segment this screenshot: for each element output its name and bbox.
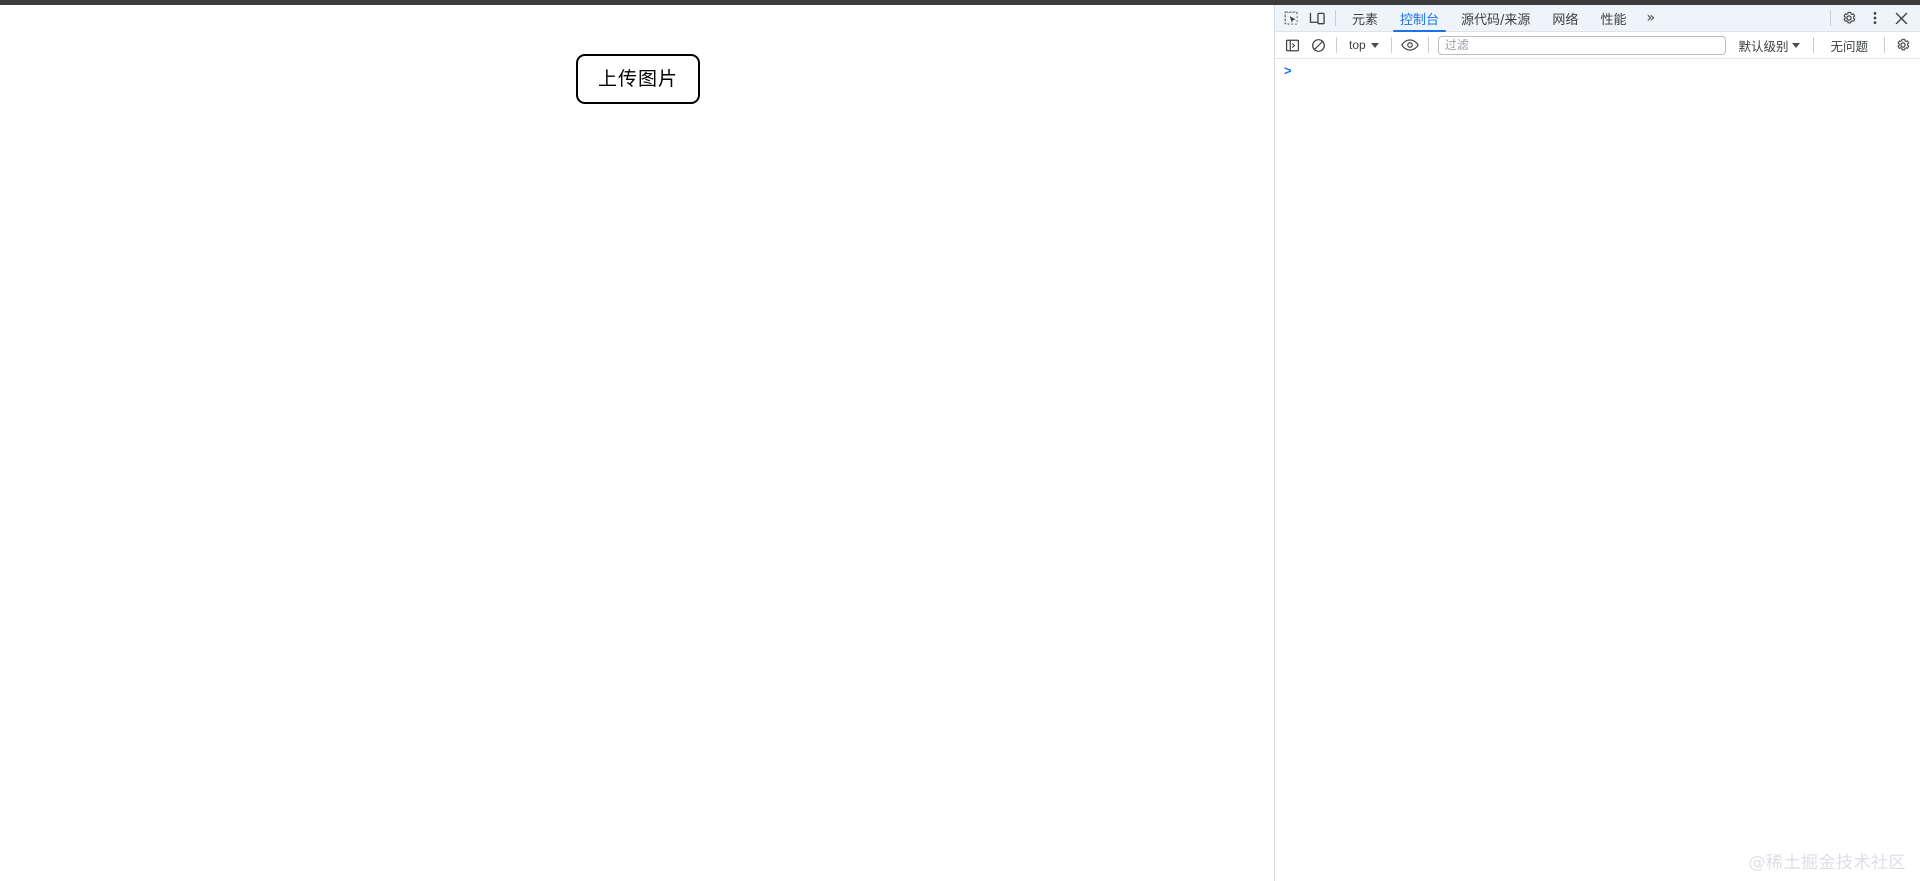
console-filter-input[interactable]	[1437, 35, 1727, 55]
tab-network[interactable]: 网络	[1541, 5, 1589, 32]
chevron-down-icon	[1370, 42, 1379, 48]
device-toolbar-icon[interactable]	[1304, 6, 1330, 30]
devtools-panel: 元素 控制台 源代码/来源 网络 性能 » top 过滤 默认级别 无问题 >	[1275, 5, 1920, 881]
console-toolbar-divider-5	[1884, 37, 1885, 53]
console-toolbar-divider-4	[1813, 37, 1815, 53]
console-toolbar-divider-3	[1427, 37, 1429, 53]
console-toolbar-divider-1	[1336, 37, 1337, 53]
upload-image-button[interactable]: 上传图片	[576, 54, 700, 104]
close-devtools-icon[interactable]	[1888, 6, 1914, 30]
watermark: @稀土掘金技术社区	[1748, 853, 1906, 873]
javascript-context-selector[interactable]: top	[1342, 35, 1386, 55]
console-prompt-chevron-icon: >	[1284, 63, 1292, 78]
tabbar-right-actions	[1825, 6, 1920, 30]
console-sidebar-toggle-icon[interactable]	[1279, 33, 1305, 57]
more-options-icon[interactable]	[1862, 6, 1888, 30]
console-prompt-row[interactable]: >	[1275, 59, 1920, 79]
console-level-selector[interactable]: 默认级别	[1730, 35, 1808, 55]
tabbar-divider	[1335, 10, 1336, 26]
inspect-element-icon[interactable]	[1278, 6, 1304, 30]
settings-gear-icon[interactable]	[1836, 6, 1862, 30]
console-prompt-input[interactable]	[1297, 64, 1920, 78]
live-expression-eye-icon[interactable]	[1397, 33, 1423, 57]
console-toolbar: top 默认级别 无问题	[1275, 32, 1920, 59]
console-level-label: 默认级别	[1738, 38, 1789, 54]
tabbar-right-divider	[1830, 10, 1831, 26]
tab-performance[interactable]: 性能	[1589, 5, 1637, 32]
chevron-down-icon	[1792, 42, 1801, 48]
tab-sources[interactable]: 源代码/来源	[1450, 5, 1541, 32]
console-settings-gear-icon[interactable]	[1890, 33, 1916, 57]
context-label: top	[1349, 38, 1366, 52]
console-message-area[interactable]: >	[1275, 59, 1920, 881]
tab-console[interactable]: 控制台	[1389, 5, 1450, 32]
more-tabs-icon[interactable]: »	[1637, 5, 1663, 32]
page-viewport: 上传图片	[0, 5, 1275, 881]
console-toolbar-divider-2	[1390, 37, 1392, 53]
clear-console-icon[interactable]	[1305, 33, 1331, 57]
tab-elements[interactable]: 元素	[1341, 5, 1389, 32]
issues-status-label[interactable]: 无问题	[1819, 35, 1879, 55]
devtools-tabbar: 元素 控制台 源代码/来源 网络 性能 »	[1275, 5, 1920, 32]
screen-root: 上传图片 元素 控制台 源代码/来源 网络 性能 » top 过滤 默认级别 无…	[0, 0, 1920, 881]
